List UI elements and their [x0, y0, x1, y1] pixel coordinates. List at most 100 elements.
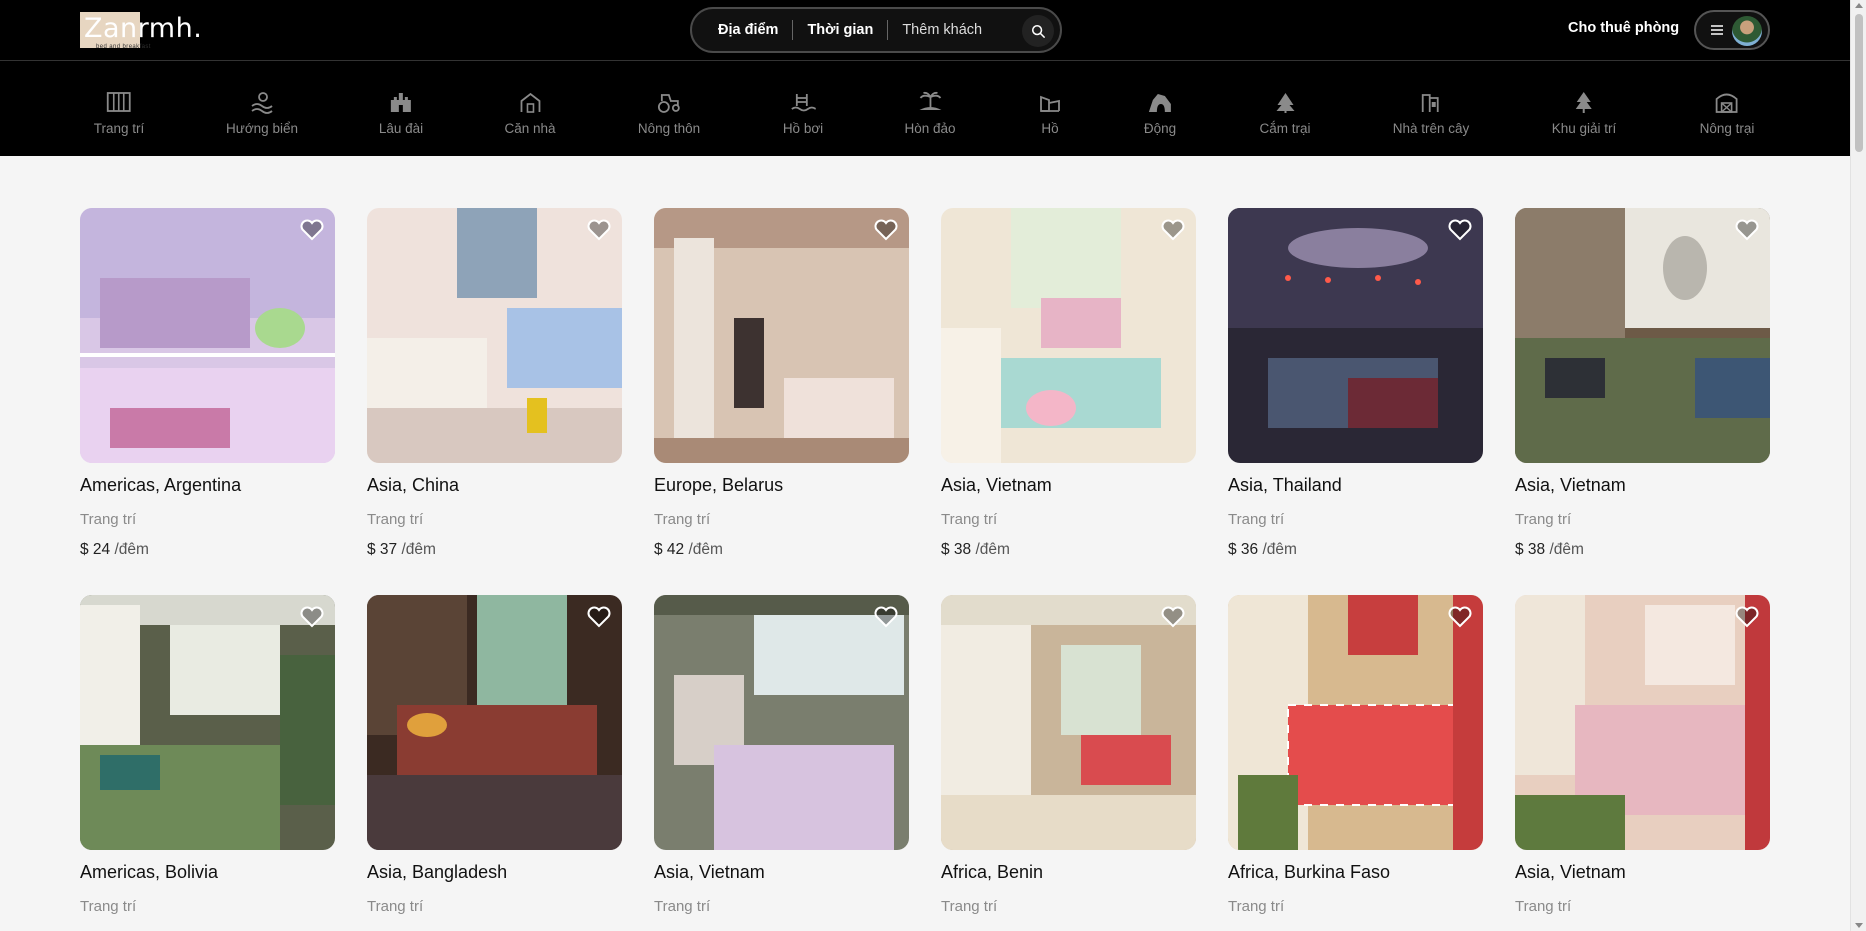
listing-photo[interactable]	[941, 208, 1196, 463]
listing-photo[interactable]	[367, 595, 622, 850]
listing-title: Europe, Belarus	[654, 475, 784, 495]
favorite-heart-icon[interactable]	[1160, 218, 1186, 242]
listing-card[interactable]: Americas, Argentina Trang trí $ 24 /đêm	[80, 208, 335, 559]
listing-card[interactable]: Asia, Vietnam Trang trí $ 38 /đêm	[1515, 208, 1770, 559]
user-menu-button[interactable]	[1694, 10, 1770, 50]
listing-photo[interactable]	[367, 208, 622, 463]
category-label: Khu giải trí	[1551, 121, 1617, 136]
favorite-heart-icon[interactable]	[299, 218, 325, 242]
price-amount: $ 38	[941, 541, 972, 558]
category-ho[interactable]: Hồ	[1036, 89, 1064, 136]
search-guests[interactable]: Thêm khách	[888, 22, 996, 38]
favorite-heart-icon[interactable]	[1734, 605, 1760, 629]
listing-price: $ 38 /đêm	[1515, 541, 1770, 559]
favorite-heart-icon[interactable]	[586, 605, 612, 629]
listing-category: Trang trí	[367, 511, 424, 528]
search-time[interactable]: Thời gian	[793, 22, 887, 38]
category-hon-dao[interactable]: Hòn đảo	[904, 89, 956, 136]
listing-card[interactable]: Africa, Burkina Faso Trang trí	[1228, 595, 1483, 915]
pool-icon	[789, 89, 817, 115]
listing-title: Asia, Vietnam	[941, 475, 1052, 495]
listing-photo[interactable]	[1228, 595, 1483, 850]
host-link[interactable]: Cho thuê phòng	[1568, 20, 1679, 36]
beach-icon	[248, 89, 276, 115]
search-location[interactable]: Địa điểm	[704, 22, 792, 38]
price-amount: $ 42	[654, 541, 685, 558]
listing-category: Trang trí	[80, 511, 137, 528]
price-unit: /đêm	[114, 541, 149, 558]
listing-price: $ 42 /đêm	[654, 541, 909, 559]
price-unit: /đêm	[688, 541, 723, 558]
favorite-heart-icon[interactable]	[299, 605, 325, 629]
listing-card[interactable]: Asia, Bangladesh Trang trí	[367, 595, 622, 915]
category-nong-thon[interactable]: Nông thôn	[638, 89, 700, 136]
category-trang-tri[interactable]: Trang trí	[93, 89, 145, 136]
favorite-heart-icon[interactable]	[1734, 218, 1760, 242]
listing-card[interactable]: Asia, Vietnam Trang trí	[654, 595, 909, 915]
listing-photo[interactable]	[941, 595, 1196, 850]
category-nong-trai[interactable]: Nông trại	[1699, 89, 1755, 136]
scroll-down-arrow-icon[interactable]	[1855, 923, 1863, 928]
price-amount: $ 37	[367, 541, 398, 558]
category-can-nha[interactable]: Căn nhà	[504, 89, 556, 136]
listing-photo[interactable]	[1515, 208, 1770, 463]
listing-card[interactable]: Africa, Benin Trang trí	[941, 595, 1196, 915]
search-bar[interactable]: Địa điểm Thời gian Thêm khách	[690, 7, 1062, 53]
category-ho-boi[interactable]: Hồ bơi	[783, 89, 823, 136]
listing-card[interactable]: Europe, Belarus Trang trí $ 42 /đêm	[654, 208, 909, 559]
category-label: Hòn đảo	[904, 121, 956, 136]
search-button[interactable]	[1022, 15, 1054, 47]
category-label: Nông trại	[1699, 121, 1755, 136]
category-dong[interactable]: Động	[1144, 89, 1176, 136]
listing-photo[interactable]	[80, 208, 335, 463]
category-label: Hướng biển	[226, 121, 298, 136]
favorite-heart-icon[interactable]	[873, 605, 899, 629]
scrollbar-thumb[interactable]	[1855, 14, 1863, 152]
listing-title: Asia, Vietnam	[1515, 475, 1626, 495]
listing-card[interactable]: Asia, Vietnam Trang trí	[1515, 595, 1770, 915]
favorite-heart-icon[interactable]	[1447, 605, 1473, 629]
listing-title: Asia, Vietnam	[654, 862, 765, 882]
listing-category: Trang trí	[1515, 898, 1572, 915]
decor-icon	[105, 89, 133, 115]
category-label: Trang trí	[93, 121, 145, 136]
category-label: Nông thôn	[637, 121, 701, 136]
listing-photo[interactable]	[1228, 208, 1483, 463]
listing-category: Trang trí	[367, 898, 424, 915]
listing-photo[interactable]	[654, 595, 909, 850]
castle-icon	[387, 89, 415, 115]
price-amount: $ 36	[1228, 541, 1259, 558]
category-khu-giai-tri[interactable]: Khu giải trí	[1551, 89, 1617, 136]
listing-card[interactable]: Asia, Thailand Trang trí $ 36 /đêm	[1228, 208, 1483, 559]
favorite-heart-icon[interactable]	[873, 218, 899, 242]
listing-category: Trang trí	[654, 898, 711, 915]
category-huong-bien[interactable]: Hướng biển	[226, 89, 298, 136]
listing-category: Trang trí	[1515, 511, 1572, 528]
page-scrollbar[interactable]	[1850, 0, 1866, 931]
category-lau-dai[interactable]: Lâu đài	[379, 89, 423, 136]
listing-photo[interactable]	[80, 595, 335, 850]
category-label: Nhà trên cây	[1392, 121, 1470, 136]
listing-photo[interactable]	[654, 208, 909, 463]
favorite-heart-icon[interactable]	[586, 218, 612, 242]
listing-card[interactable]: Asia, China Trang trí $ 37 /đêm	[367, 208, 622, 559]
category-label: Động	[1143, 121, 1177, 136]
brand-logo[interactable]: Zanrmh. bed and breakfast	[80, 12, 202, 52]
listing-category: Trang trí	[1228, 898, 1285, 915]
price-unit: /đêm	[975, 541, 1010, 558]
favorite-heart-icon[interactable]	[1160, 605, 1186, 629]
listing-photo[interactable]	[1515, 595, 1770, 850]
listing-card[interactable]: Americas, Bolivia Trang trí	[80, 595, 335, 915]
price-amount: $ 38	[1515, 541, 1546, 558]
listing-title: Asia, China	[367, 475, 460, 495]
top-navbar: Zanrmh. bed and breakfast Địa điểm Thời …	[0, 0, 1850, 60]
listing-category: Trang trí	[80, 898, 137, 915]
category-nha-tren-cay[interactable]: Nhà trên cây	[1392, 89, 1470, 136]
island-icon	[916, 89, 944, 115]
scroll-up-arrow-icon[interactable]	[1855, 3, 1863, 8]
category-label: Cắm trại	[1259, 121, 1311, 136]
favorite-heart-icon[interactable]	[1447, 218, 1473, 242]
listing-price: $ 36 /đêm	[1228, 541, 1483, 559]
category-cam-trai[interactable]: Cắm trại	[1259, 89, 1311, 136]
listing-card[interactable]: Asia, Vietnam Trang trí $ 38 /đêm	[941, 208, 1196, 559]
